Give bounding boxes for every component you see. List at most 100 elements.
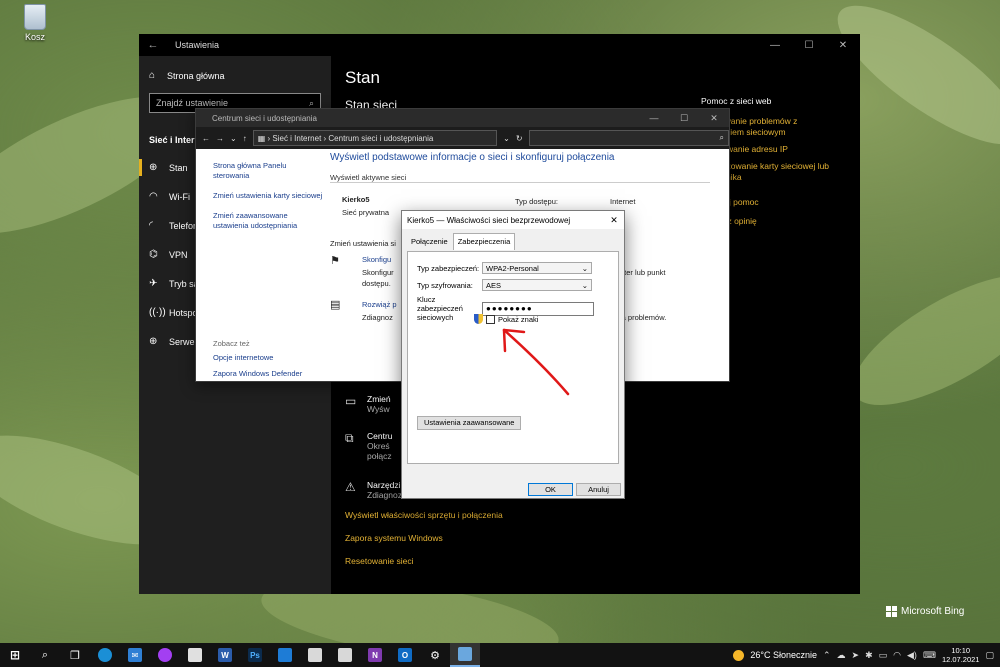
refresh-icon[interactable]: ↻ (516, 134, 523, 143)
battery-icon[interactable]: ▭ (879, 650, 888, 661)
search-placeholder: Znajdź ustawienie (156, 98, 229, 108)
telegram-icon[interactable]: ➤ (852, 650, 860, 661)
security-type-value: WPA2-Personal (486, 263, 539, 273)
dialog-tabs: Połączenie Zabezpieczenia (402, 229, 624, 250)
network-reset-link[interactable]: Resetowanie sieci (345, 556, 414, 566)
maximize-button[interactable]: ☐ (669, 113, 699, 124)
breadcrumb-item[interactable]: Sieć i Internet (272, 134, 321, 143)
weather-widget[interactable]: 26°C Słonecznie (750, 650, 817, 660)
address-bar: ← → ⌄ ↑ ▦ › Sieć i Internet › Centrum si… (196, 127, 729, 149)
start-button[interactable]: ⊞ (0, 643, 30, 667)
close-button[interactable]: ✕ (826, 40, 860, 51)
keyboard-icon[interactable]: ⌨ (923, 650, 936, 661)
photos-app[interactable] (180, 643, 210, 667)
security-type-select[interactable]: WPA2-Personal ⌄ (482, 262, 592, 274)
troubleshoot-desc: Zdiagnoz (362, 313, 393, 322)
hardware-properties-link[interactable]: Wyświetl właściwości sprzętu i połączeni… (345, 510, 503, 520)
airplane-icon: ✈ (149, 278, 158, 289)
search-icon: ⌕ (41, 648, 49, 661)
advanced-settings-button[interactable]: Ustawienia zaawansowane (417, 416, 522, 430)
row-desc: Okreś połącz (367, 441, 392, 461)
minimize-button[interactable]: — (639, 113, 669, 124)
outlook-icon: O (398, 648, 412, 662)
advanced-sharing-link[interactable]: Zmień zaawansowane ustawienia udostępnia… (213, 211, 323, 231)
wifi-icon[interactable]: ◠ (893, 650, 901, 661)
cloud-icon[interactable]: ☁ (837, 650, 846, 661)
trello-app[interactable] (270, 643, 300, 667)
network-name: Kierko5 (342, 195, 370, 204)
row-title: Centru (367, 431, 393, 441)
mail-app[interactable]: ✉ (120, 643, 150, 667)
volume-icon[interactable]: ◀) (907, 650, 917, 661)
change-adapter-row[interactable]: ▭ Zmień Wyśw (345, 394, 391, 414)
troubleshoot-icon: ▤ (330, 299, 341, 311)
photoshop-icon: Ps (248, 648, 262, 662)
troubleshooter-row[interactable]: ⚠ Narzędzi Zdiagnoz (345, 480, 402, 500)
snipping-icon (338, 648, 352, 662)
chevron-up-icon[interactable]: ⌃ (823, 650, 831, 661)
home-nav-item[interactable]: ⌂ Strona główna (139, 56, 331, 89)
edge-icon (98, 648, 112, 662)
problems-text: ia problemów. (620, 313, 667, 322)
maximize-button[interactable]: ☐ (792, 40, 826, 51)
key-label: Klucz zabezpieczeń sieciowych (417, 295, 463, 322)
onenote-app[interactable]: N (360, 643, 390, 667)
photoshop-app[interactable]: Ps (240, 643, 270, 667)
breadcrumb[interactable]: ▦ › Sieć i Internet › Centrum sieci i ud… (252, 130, 498, 146)
back-arrow-icon[interactable]: ← (139, 39, 167, 51)
outlook-app[interactable]: O (390, 643, 420, 667)
cancel-button[interactable]: Anuluj (576, 483, 621, 496)
slack-icon[interactable]: ✱ (865, 650, 873, 661)
tab-connection[interactable]: Połączenie (406, 233, 453, 250)
row-title: Narzędzi (367, 480, 401, 490)
snip-app[interactable] (330, 643, 360, 667)
search-taskbar-button[interactable]: ⌕ (30, 643, 60, 667)
internet-options-link[interactable]: Opcje internetowe (213, 353, 323, 363)
vpn-icon: ⌬ (149, 249, 158, 260)
proxy-icon: ⊕ (149, 336, 158, 347)
task-view-button[interactable]: ❐ (60, 643, 90, 667)
troubleshoot-link[interactable]: Rozwiąż p (362, 300, 397, 309)
edge-app[interactable] (90, 643, 120, 667)
tab-security[interactable]: Zabezpieczenia (452, 233, 516, 250)
breadcrumb-item[interactable]: Centrum sieci i udostępniania (328, 134, 433, 143)
dialog-title: Kierko5 — Właściwości sieci bezprzewodow… (407, 215, 571, 225)
back-arrow-icon[interactable]: ← (202, 134, 210, 143)
firewall-link[interactable]: Zapora systemu Windows (345, 533, 443, 543)
minimize-button[interactable]: — (758, 40, 792, 51)
windows-icon: ⊞ (9, 648, 21, 662)
cp-home-link[interactable]: Strona główna Panelu sterowania (213, 161, 323, 181)
word-app[interactable]: W (210, 643, 240, 667)
dropdown-chevron-icon[interactable]: ⌄ (503, 134, 510, 143)
settings-app[interactable]: ⚙ (420, 643, 450, 667)
messenger-app[interactable] (150, 643, 180, 667)
setup-connection-link[interactable]: Skonfigu (362, 255, 391, 264)
recycle-bin[interactable]: Kosz (18, 4, 52, 42)
cp-search-input[interactable]: ⌕ (528, 130, 729, 146)
cellular-icon: ◜ (149, 220, 153, 231)
row-title: Zmień (367, 394, 391, 404)
notifications-icon[interactable]: ▢ (985, 650, 994, 661)
setup-connection-icon: ⚑ (330, 255, 340, 267)
close-icon[interactable]: ✕ (604, 215, 624, 226)
notepad-app[interactable] (300, 643, 330, 667)
network-center-app[interactable] (450, 643, 480, 667)
chevron-down-icon[interactable]: ⌄ (230, 134, 237, 143)
setup-connection-desc: Skonfigur (362, 268, 394, 277)
adapter-settings-link[interactable]: Zmień ustawienia karty sieciowej (213, 191, 323, 201)
encryption-select[interactable]: AES ⌄ (482, 279, 592, 291)
page-title: Stan (345, 68, 380, 87)
access-type-label: Typ dostępu: (515, 197, 558, 206)
ok-button[interactable]: OK (528, 483, 573, 496)
close-button[interactable]: ✕ (699, 113, 729, 124)
forward-arrow-icon[interactable]: → (216, 134, 224, 143)
sidebar-item-label: Telefon (169, 220, 199, 231)
onenote-icon: N (368, 648, 382, 662)
sharing-center-row[interactable]: ⧉ Centru Okreś połącz (345, 431, 393, 461)
clock[interactable]: 10:10 12.07.2021 (942, 646, 980, 664)
word-icon: W (218, 648, 232, 662)
bing-watermark: Microsoft Bing (886, 606, 964, 617)
defender-firewall-link[interactable]: Zapora Windows Defender (213, 369, 323, 379)
up-arrow-icon[interactable]: ↑ (243, 134, 247, 143)
cp-heading: Wyświetl podstawowe informacje o sieci i… (330, 152, 615, 163)
